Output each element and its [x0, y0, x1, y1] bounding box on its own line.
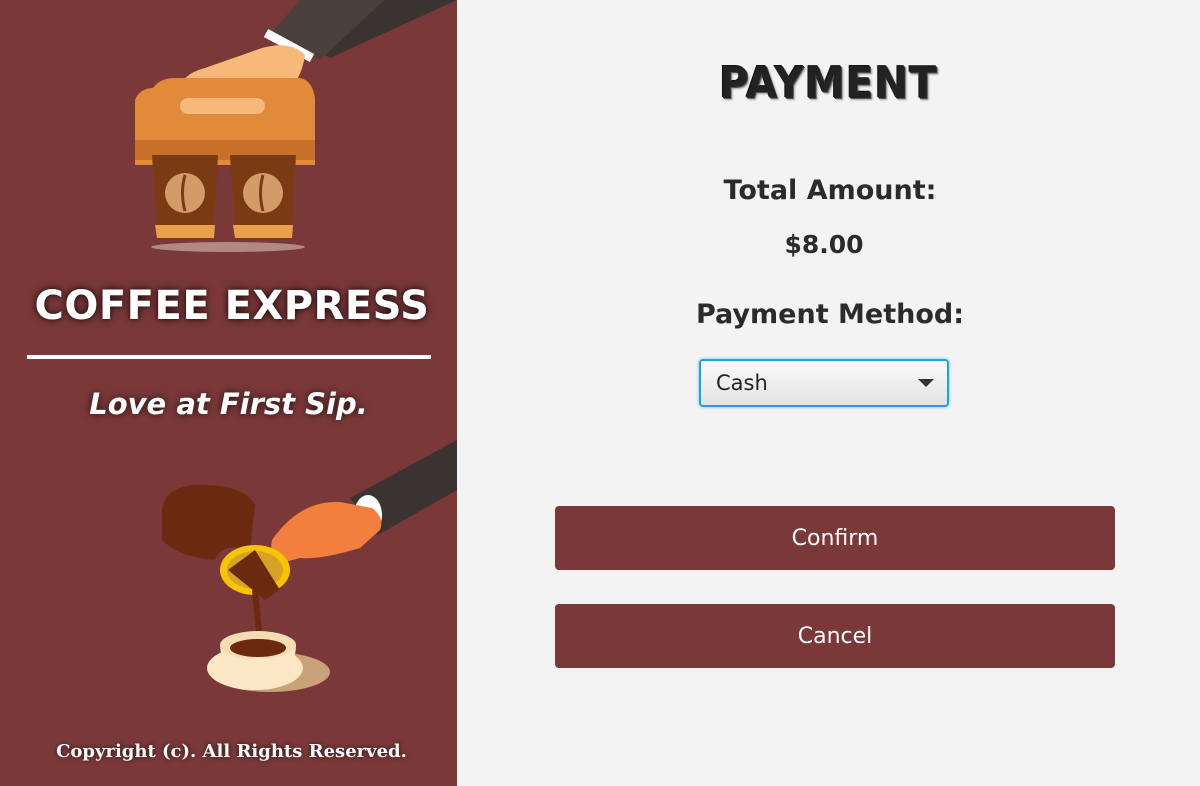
payment-method-label: Payment Method: — [695, 299, 964, 330]
payment-window: COFFEE EXPRESS Love at First Sip. Copyri… — [0, 0, 1200, 786]
brand-name: COFFEE EXPRESS — [34, 283, 430, 329]
brand-panel: COFFEE EXPRESS Love at First Sip. Copyri… — [0, 0, 457, 786]
total-amount-value: $8.00 — [784, 230, 864, 259]
payment-method-selected-value: Cash — [716, 371, 768, 395]
payment-method-select[interactable]: Cash — [699, 359, 949, 407]
confirm-button-label: Confirm — [791, 525, 879, 551]
cancel-button[interactable]: Cancel — [555, 604, 1115, 668]
confirm-button[interactable]: Confirm — [555, 506, 1115, 570]
payment-panel: PAYMENT Total Amount: $8.00 Payment Meth… — [457, 0, 1200, 786]
brand-divider — [27, 355, 431, 359]
coffee-pouring-icon — [162, 440, 457, 692]
brand-tagline: Love at First Sip. — [89, 387, 368, 421]
cancel-button-label: Cancel — [797, 623, 873, 649]
chevron-down-icon — [918, 379, 934, 387]
copyright-text: Copyright (c). All Rights Reserved. — [56, 741, 407, 762]
coffee-carrier-icon — [135, 0, 457, 252]
page-title: PAYMENT — [719, 58, 938, 109]
total-amount-label: Total Amount: — [723, 175, 937, 206]
